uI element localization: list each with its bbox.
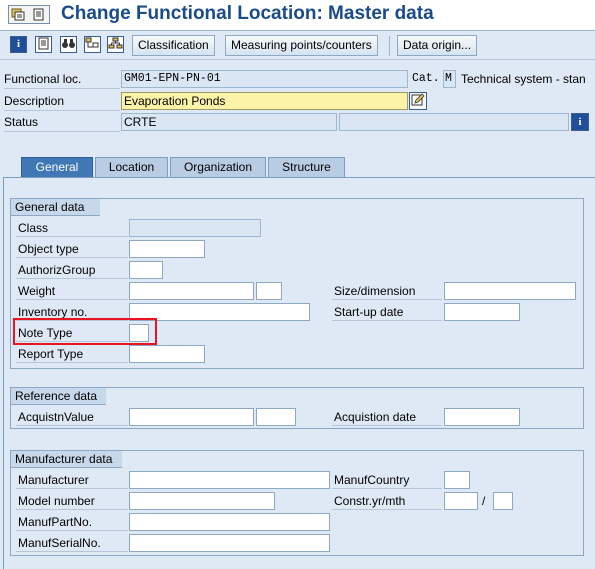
constr-month-field[interactable] xyxy=(493,492,513,510)
acquistn-value-field[interactable] xyxy=(129,408,254,426)
size-dimension-field[interactable] xyxy=(444,282,576,300)
manufacturer-field[interactable] xyxy=(129,471,330,489)
object-type-field[interactable] xyxy=(129,240,205,258)
authoriz-group-label: AuthorizGroup xyxy=(16,261,128,279)
document-icon[interactable] xyxy=(35,36,52,53)
note-type-highlight xyxy=(13,318,157,345)
class-label: Class xyxy=(16,219,128,237)
tab-structure[interactable]: Structure xyxy=(268,157,345,177)
title-menu-buttons[interactable] xyxy=(8,5,50,24)
category-field[interactable]: M xyxy=(443,70,456,88)
object-type-label: Object type xyxy=(16,240,128,258)
description-label: Description xyxy=(4,92,120,111)
tab-general[interactable]: General xyxy=(21,157,93,178)
acquistion-date-label: Acquistion date xyxy=(332,408,442,426)
edit-long-text-icon[interactable] xyxy=(409,92,427,110)
manufacturer-label: Manufacturer xyxy=(16,471,128,489)
report-type-field[interactable] xyxy=(129,345,205,363)
status-info-icon[interactable]: i xyxy=(571,113,589,131)
startup-date-label: Start-up date xyxy=(332,303,442,321)
weight-unit-field[interactable] xyxy=(256,282,282,300)
binoculars-icon[interactable] xyxy=(60,36,77,53)
reference-data-title: Reference data xyxy=(10,387,106,405)
info-icon[interactable]: i xyxy=(10,36,27,53)
manuf-serial-no-field[interactable] xyxy=(129,534,330,552)
status-field: CRTE xyxy=(121,113,337,131)
toolbar-separator xyxy=(389,36,390,56)
constr-year-field[interactable] xyxy=(444,492,478,510)
hierarchy-icon[interactable] xyxy=(107,36,124,53)
structure-list-icon[interactable] xyxy=(84,36,101,53)
weight-label: Weight xyxy=(16,282,128,300)
category-text: Technical system - stan xyxy=(461,72,586,86)
constr-separator: / xyxy=(482,494,486,508)
tab-organization[interactable]: Organization xyxy=(170,157,266,177)
weight-field[interactable] xyxy=(129,282,254,300)
classification-button[interactable]: Classification xyxy=(132,35,215,56)
page-list-icon[interactable] xyxy=(31,8,46,21)
manuf-part-no-field[interactable] xyxy=(129,513,330,531)
model-number-field[interactable] xyxy=(129,492,275,510)
manufacturer-data-title: Manufacturer data xyxy=(10,450,122,468)
constr-yr-mth-label: Constr.yr/mth xyxy=(332,492,442,510)
tab-location[interactable]: Location xyxy=(95,157,168,177)
status-label: Status xyxy=(4,113,120,132)
functional-loc-label: Functional loc. xyxy=(4,70,120,89)
manuf-country-label: ManufCountry xyxy=(332,471,442,489)
page-title: Change Functional Location: Master data xyxy=(61,3,434,24)
manuf-part-no-label: ManufPartNo. xyxy=(16,513,128,531)
acquistion-date-field[interactable] xyxy=(444,408,520,426)
data-origin-button[interactable]: Data origin... xyxy=(397,35,478,56)
general-data-title: General data xyxy=(10,198,100,216)
model-number-label: Model number xyxy=(16,492,128,510)
manuf-serial-no-label: ManufSerialNo. xyxy=(16,534,128,552)
manuf-country-field[interactable] xyxy=(444,471,470,489)
class-field xyxy=(129,219,261,237)
description-field[interactable]: Evaporation Ponds xyxy=(121,92,408,110)
report-type-label: Report Type xyxy=(16,345,128,363)
currency-field[interactable] xyxy=(256,408,296,426)
size-dimension-label: Size/dimension xyxy=(332,282,442,300)
category-label: Cat. xyxy=(412,72,440,85)
acquistn-value-label: AcquistnValue xyxy=(16,408,128,426)
authoriz-group-field[interactable] xyxy=(129,261,163,279)
menu-toggle-icon[interactable] xyxy=(11,8,26,21)
startup-date-field[interactable] xyxy=(444,303,520,321)
functional-loc-field[interactable]: GM01-EPN-PN-01 xyxy=(121,70,408,88)
status-secondary-field xyxy=(339,113,569,131)
measuring-points-button[interactable]: Measuring points/counters xyxy=(225,35,378,56)
